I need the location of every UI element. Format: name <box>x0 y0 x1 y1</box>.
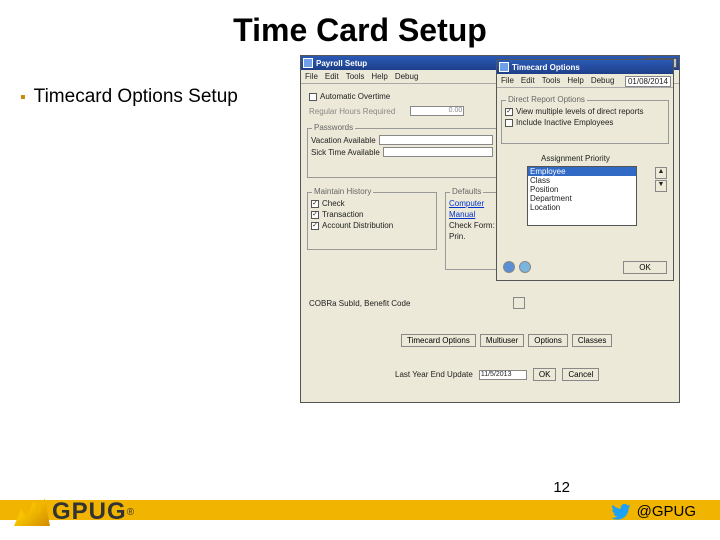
prin-label: Prin. <box>449 232 465 241</box>
menu-debug[interactable]: Debug <box>395 72 419 81</box>
passwords-label: Passwords <box>312 123 355 132</box>
help-icon[interactable] <box>519 261 531 273</box>
list-item[interactable]: Location <box>528 203 636 212</box>
menu-file[interactable]: File <box>501 76 514 85</box>
menu-debug[interactable]: Debug <box>591 76 615 85</box>
check-label: Check <box>322 199 345 208</box>
logo-text: GPUG <box>52 498 127 526</box>
menu-tools[interactable]: Tools <box>542 76 561 85</box>
distribution-label: Account Distribution <box>322 221 393 230</box>
registered-icon: ® <box>127 507 134 518</box>
last-update-field[interactable]: 11/5/2013 <box>479 370 527 380</box>
distribution-checkbox[interactable]: ✓ <box>311 222 319 230</box>
titlebar: Timecard Options <box>497 60 673 74</box>
check-checkbox[interactable]: ✓ <box>311 200 319 208</box>
list-item[interactable]: Employee <box>528 167 636 176</box>
handle-text: @GPUG <box>637 503 696 520</box>
check-form-label: Check Form: <box>449 221 495 230</box>
include-inactive-label: Include Inactive Employees <box>516 118 613 127</box>
history-label: Maintain History <box>312 187 373 196</box>
window-title: Timecard Options <box>512 63 671 72</box>
menu-edit[interactable]: Edit <box>521 76 535 85</box>
automatic-overtime-label: Automatic Overtime <box>320 92 390 101</box>
last-update-label: Last Year End Update <box>395 370 473 379</box>
options-button[interactable]: Options <box>528 334 568 347</box>
vacation-label: Vacation Available <box>311 136 376 145</box>
slide-footer: GPUG ® 12 @GPUG <box>0 480 720 540</box>
move-up-button[interactable]: ▲ <box>655 167 667 179</box>
twitter-icon <box>611 504 631 520</box>
ok-button[interactable]: OK <box>533 368 557 381</box>
multiuser-button[interactable]: Multiuser <box>480 334 524 347</box>
timecard-options-window: Timecard Options File Edit Tools Help De… <box>496 59 674 281</box>
date-field[interactable]: 01/08/2014 <box>625 76 671 87</box>
cobra-label: COBRa SubId, Benefit Code <box>309 299 410 308</box>
list-item[interactable]: Position <box>528 185 636 194</box>
app-icon <box>499 62 509 72</box>
menu-edit[interactable]: Edit <box>325 72 339 81</box>
app-icon <box>303 58 313 68</box>
list-item[interactable]: Department <box>528 194 636 203</box>
ok-button[interactable]: OK <box>623 261 667 274</box>
sick-field[interactable] <box>383 147 493 157</box>
transaction-label: Transaction <box>322 210 364 219</box>
regular-hours-field[interactable]: 0.00 <box>410 106 464 116</box>
menubar: File Edit Tools Help Debug 01/08/2014 <box>497 74 673 88</box>
gpug-logo: GPUG ® <box>14 498 134 526</box>
manual-link[interactable]: Manual <box>449 210 475 219</box>
multiple-levels-label: View multiple levels of direct reports <box>516 107 643 116</box>
page-number: 12 <box>553 479 570 496</box>
transaction-checkbox[interactable]: ✓ <box>311 211 319 219</box>
multiple-levels-checkbox[interactable]: ✓ <box>505 108 513 116</box>
include-inactive-checkbox[interactable] <box>505 119 513 127</box>
menu-file[interactable]: File <box>305 72 318 81</box>
menu-help[interactable]: Help <box>567 76 583 85</box>
menu-tools[interactable]: Tools <box>346 72 365 81</box>
globe-icon[interactable] <box>503 261 515 273</box>
defaults-label: Defaults <box>450 187 483 196</box>
priority-listbox[interactable]: Employee Class Position Department Locat… <box>527 166 637 226</box>
slide-title: Time Card Setup <box>0 0 720 55</box>
list-item[interactable]: Class <box>528 176 636 185</box>
regular-hours-label: Regular Hours Required <box>309 107 395 116</box>
bullet-text: Timecard Options Setup <box>34 85 238 110</box>
flame-icon <box>14 498 50 526</box>
menu-help[interactable]: Help <box>371 72 387 81</box>
move-down-button[interactable]: ▼ <box>655 180 667 192</box>
bullet-list: ▪ Timecard Options Setup <box>20 55 250 425</box>
lookup-button[interactable] <box>513 297 525 309</box>
vacation-field[interactable] <box>379 135 493 145</box>
automatic-overtime-checkbox[interactable] <box>309 93 317 101</box>
cancel-button[interactable]: Cancel <box>562 368 599 381</box>
timecard-options-button[interactable]: Timecard Options <box>401 334 476 347</box>
direct-report-label: Direct Report Options <box>506 95 587 104</box>
screenshots: Payroll Setup _ ▢ X File Edit Tools Help… <box>300 55 700 425</box>
twitter-handle: @GPUG <box>611 503 696 520</box>
bullet-icon: ▪ <box>20 85 26 109</box>
sick-label: Sick Time Available <box>311 148 380 157</box>
assignment-priority-label: Assignment Priority <box>541 154 610 163</box>
computer-link[interactable]: Computer <box>449 199 484 208</box>
classes-button[interactable]: Classes <box>572 334 612 347</box>
